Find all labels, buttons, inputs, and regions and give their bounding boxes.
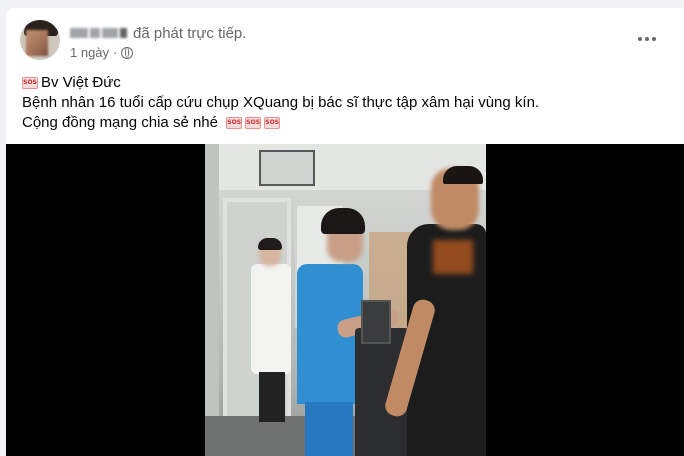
- live-video[interactable]: [6, 144, 684, 456]
- person-white-coat: [251, 238, 293, 422]
- sos-emoji-icon: SOS: [264, 117, 281, 130]
- post-card: đã phát trực tiếp. 1 ngày · SOS Bv Việt Đ…: [6, 8, 684, 456]
- avatar-face-blurred: [26, 30, 48, 56]
- person-black-shirt: [382, 166, 486, 456]
- sos-emoji-icon: SOS: [245, 117, 262, 130]
- post-text: SOS Bv Việt Đức Bệnh nhân 16 tuổi cấp cứu…: [22, 73, 672, 133]
- globe-icon: [121, 46, 134, 59]
- more-options-icon[interactable]: [632, 26, 662, 52]
- video-frame: [205, 144, 486, 456]
- avatar[interactable]: [20, 20, 60, 60]
- post-line-2: Bệnh nhân 16 tuổi cấp cứu chụp XQuang bị…: [22, 94, 540, 111]
- sos-emoji-icon: SOS: [226, 117, 243, 130]
- post-line-1: SOS Bv Việt Đức: [22, 73, 672, 93]
- author-action: đã phát trực tiếp.: [133, 24, 247, 42]
- post-meta: 1 ngày ·: [70, 45, 134, 60]
- post-line-3-text: Cộng đồng mạng chia sẻ nhé: [22, 114, 218, 131]
- author-row: đã phát trực tiếp.: [70, 23, 246, 43]
- sos-emoji-icon: SOS: [22, 77, 38, 90]
- meta-separator: ·: [113, 45, 118, 60]
- post-time[interactable]: 1 ngày: [70, 45, 109, 60]
- post-header: đã phát trực tiếp. 1 ngày ·: [20, 20, 670, 66]
- post-line-1-text: Bv Việt Đức: [41, 74, 121, 91]
- ceiling-light-fixture: [259, 150, 315, 186]
- author-name-blurred[interactable]: [70, 28, 127, 38]
- post-line-3: Cộng đồng mạng chia sẻ nhé SOS SOS SOS: [22, 113, 672, 133]
